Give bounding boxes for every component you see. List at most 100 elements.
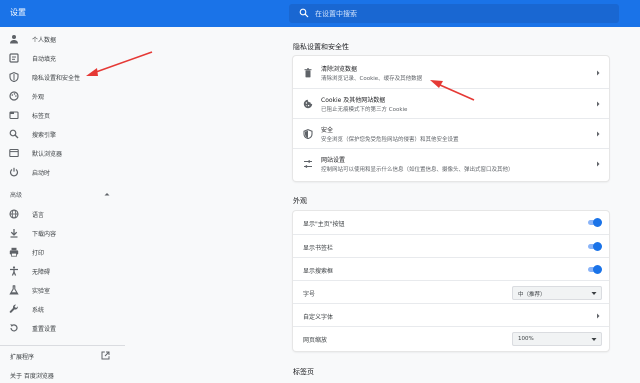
chevron-down-icon: [591, 292, 597, 295]
row-title: 清除浏览数据: [321, 66, 358, 73]
sidebar-item-system[interactable]: 系统: [0, 300, 125, 318]
open-in-new-icon: [101, 351, 110, 360]
top-bar: 设置 在设置中搜索: [0, 0, 640, 27]
palette-icon: [9, 91, 19, 101]
sidebar-item-label: 搜索引擎: [32, 132, 57, 139]
cookies-row[interactable]: Cookie 及其他网站数据 已阻止无痕模式下的第三方 Cookie: [293, 88, 609, 118]
search-placeholder: 在设置中搜索: [315, 10, 357, 18]
row-title: 安全: [321, 127, 334, 134]
toggle-knob: [593, 242, 602, 251]
power-icon: [9, 167, 19, 177]
tab-icon: [9, 111, 19, 120]
sidebar-item-label: 语言: [32, 212, 45, 219]
security-shield-icon: [303, 129, 313, 139]
sidebar-item-printing[interactable]: 打印: [0, 243, 125, 261]
about-label: 关于 百度浏览器: [10, 373, 54, 380]
advanced-section-label[interactable]: 高级: [10, 190, 22, 199]
chevron-right-icon: [597, 313, 600, 319]
appearance-card: 显示"主页"按钮 显示书签栏 显示搜索框 字号 中（推荐） 自定义字体 网页缩放…: [293, 211, 609, 351]
row-label: 自定义字体: [303, 314, 334, 321]
tabs-section-title: 标签页: [293, 368, 314, 376]
row-label: 显示"主页"按钮: [303, 221, 345, 228]
sidebar-item-label: 外观: [32, 94, 45, 101]
sidebar-item-about[interactable]: 关于 百度浏览器: [0, 368, 125, 382]
sidebar-item-privacy[interactable]: 隐私设置和安全性: [0, 68, 125, 86]
show-home-button-toggle[interactable]: [587, 218, 602, 227]
sidebar-item-label: 无障碍: [32, 269, 51, 276]
sidebar-item-search-engine[interactable]: 搜索引擎: [0, 125, 125, 143]
sidebar-item-label: 个人数据: [32, 37, 57, 44]
privacy-card: 清除浏览数据 清除浏览记录、Cookie、缓存及其他数据 Cookie 及其他网…: [293, 56, 609, 181]
sidebar: 个人数据 自动填充 隐私设置和安全性 外观 标签页 搜索引擎 默认浏览器 启动时…: [0, 27, 125, 383]
site-settings-row[interactable]: 网站设置 控制网站可以使用和显示什么信息（如位置信息、摄像头、弹出式窗口及其他）: [293, 148, 609, 178]
sidebar-item-downloads[interactable]: 下载内容: [0, 224, 125, 242]
chevron-right-icon: [597, 131, 600, 137]
toggle-knob: [593, 265, 602, 274]
row-subtitle: 控制网站可以使用和显示什么信息（如位置信息、摄像头、弹出式窗口及其他）: [321, 167, 514, 173]
sidebar-item-label: 实验室: [32, 288, 51, 295]
search-icon: [9, 129, 19, 139]
sidebar-item-label: 默认浏览器: [32, 151, 63, 158]
chevron-up-icon[interactable]: [103, 190, 111, 198]
sidebar-item-label: 下载内容: [32, 231, 57, 238]
search-icon: [299, 8, 309, 18]
extensions-link[interactable]: 扩展程序: [0, 349, 125, 363]
show-search-box-toggle[interactable]: [587, 265, 602, 274]
show-home-button-row: 显示"主页"按钮: [293, 211, 609, 234]
font-size-row: 字号 中（推荐）: [293, 280, 609, 303]
sidebar-item-accessibility[interactable]: 无障碍: [0, 262, 125, 280]
row-subtitle: 已阻止无痕模式下的第三方 Cookie: [321, 107, 408, 113]
security-row[interactable]: 安全 安全浏览（保护您免受危险网站的侵害）和其他安全设置: [293, 118, 609, 148]
sidebar-item-appearance[interactable]: 外观: [0, 87, 125, 105]
select-value: 100%: [518, 336, 534, 342]
customize-fonts-row[interactable]: 自定义字体: [293, 303, 609, 326]
sidebar-item-labs[interactable]: 实验室: [0, 281, 125, 299]
chevron-right-icon: [597, 161, 600, 167]
font-size-select[interactable]: 中（推荐）: [512, 286, 602, 300]
row-title: 网站设置: [321, 157, 346, 164]
sidebar-item-autofill[interactable]: 自动填充: [0, 49, 125, 67]
sidebar-divider: [0, 345, 125, 346]
row-title: Cookie 及其他网站数据: [321, 97, 386, 104]
wrench-icon: [9, 304, 18, 313]
show-search-box-row: 显示搜索框: [293, 257, 609, 280]
flask-icon: [9, 285, 19, 295]
search-input[interactable]: 在设置中搜索: [289, 4, 619, 23]
sidebar-item-languages[interactable]: 语言: [0, 205, 125, 223]
trash-icon: [304, 68, 312, 78]
row-subtitle: 清除浏览记录、Cookie、缓存及其他数据: [321, 76, 423, 82]
row-label: 显示书签栏: [303, 245, 334, 252]
sidebar-item-tabs[interactable]: 标签页: [0, 106, 125, 124]
person-icon: [10, 35, 18, 44]
clear-browsing-data-row[interactable]: 清除浏览数据 清除浏览记录、Cookie、缓存及其他数据: [293, 58, 609, 88]
chevron-right-icon: [597, 70, 600, 76]
sidebar-item-reset[interactable]: 重置设置: [0, 319, 125, 337]
sidebar-item-on-startup[interactable]: 启动时: [0, 163, 125, 181]
sidebar-item-label: 标签页: [32, 113, 51, 120]
page-zoom-select[interactable]: 100%: [512, 332, 602, 346]
sidebar-item-label: 重置设置: [32, 326, 57, 333]
appearance-section-title: 外观: [293, 197, 307, 205]
row-label: 字号: [303, 291, 316, 298]
accessibility-icon: [10, 266, 18, 276]
globe-icon: [9, 209, 19, 219]
show-bookmarks-bar-toggle[interactable]: [587, 242, 602, 251]
sidebar-item-label: 启动时: [32, 170, 51, 177]
sidebar-item-default-browser[interactable]: 默认浏览器: [0, 144, 125, 162]
download-icon: [10, 229, 18, 238]
chevron-down-icon: [591, 338, 597, 341]
row-subtitle: 安全浏览（保护您免受危险网站的侵害）和其他安全设置: [321, 137, 459, 143]
shield-icon: [9, 72, 19, 82]
show-bookmarks-bar-row: 显示书签栏: [293, 234, 609, 257]
page-zoom-row: 网页缩放 100%: [293, 326, 609, 349]
cookie-icon: [303, 99, 313, 109]
reset-icon: [10, 324, 18, 332]
sidebar-item-label: 隐私设置和安全性: [32, 75, 81, 82]
autofill-icon: [9, 53, 19, 63]
toggle-knob: [593, 218, 602, 227]
row-label: 显示搜索框: [303, 268, 334, 275]
sidebar-item-label: 自动填充: [32, 56, 57, 63]
sidebar-item-personal[interactable]: 个人数据: [0, 30, 125, 48]
extensions-label: 扩展程序: [10, 354, 35, 361]
printer-icon: [9, 247, 19, 257]
